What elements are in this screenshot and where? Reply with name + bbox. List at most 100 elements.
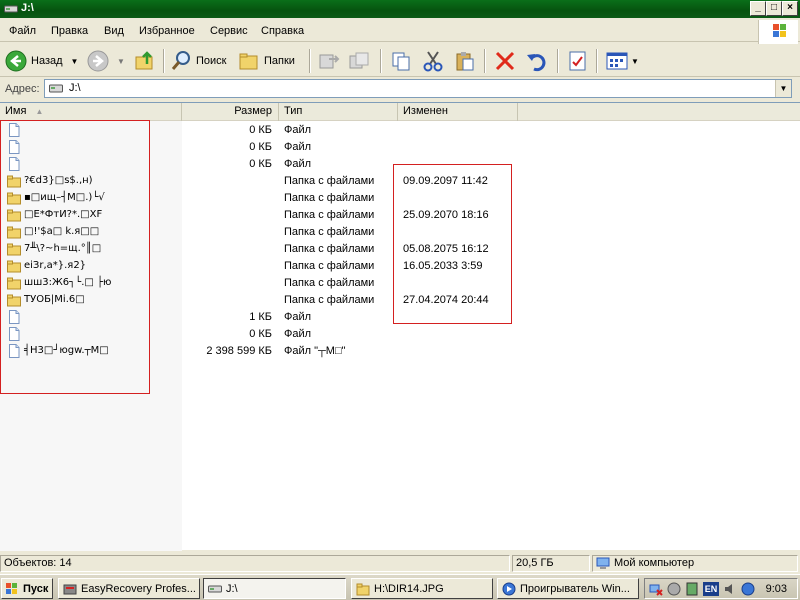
- column-name[interactable]: Имя ▲: [0, 103, 182, 121]
- windows-logo: [758, 20, 798, 44]
- copy-button[interactable]: [390, 48, 412, 74]
- file-type: Файл "┬М□": [284, 345, 346, 357]
- file-size: 0 КБ: [249, 141, 272, 153]
- forward-button[interactable]: ▼: [87, 48, 125, 74]
- language-indicator[interactable]: EN: [703, 582, 719, 596]
- taskbar: Пуск EasyRecovery Profes... J:\ H:\DIR14…: [0, 574, 800, 600]
- tray-monitor-icon[interactable]: [685, 582, 699, 596]
- folders-button[interactable]: Папки: [238, 48, 295, 74]
- system-tray: EN 9:03: [644, 578, 798, 599]
- menu-favorites[interactable]: Избранное: [139, 25, 195, 37]
- status-size: 20,5 ГБ: [512, 555, 590, 572]
- file-type: Файл: [284, 328, 312, 340]
- back-button[interactable]: Назад ▼: [5, 48, 78, 74]
- views-dropdown-icon[interactable]: ▼: [631, 57, 639, 66]
- back-dropdown-icon[interactable]: ▼: [71, 57, 79, 66]
- toolbar-separator: [163, 49, 165, 73]
- address-dropdown-icon[interactable]: ▼: [775, 80, 791, 97]
- copy-to-button[interactable]: [347, 48, 371, 74]
- delete-x-icon: [495, 51, 515, 71]
- tray-shield-icon[interactable]: [741, 582, 755, 596]
- tray-app-icon[interactable]: [667, 582, 681, 596]
- volume-icon[interactable]: [723, 582, 737, 596]
- file-type: Папка с файлами: [284, 243, 375, 255]
- file-list[interactable]: Имя ▲ Размер Тип Изменен 0 КБ Файл 0 КБ Фай…: [0, 102, 800, 551]
- maximize-button[interactable]: □: [766, 1, 782, 16]
- file-type: Папка с файлами: [284, 192, 375, 204]
- file-type: Папка с файлами: [284, 260, 375, 272]
- properties-icon: [569, 51, 586, 71]
- views-icon: [606, 52, 628, 70]
- file-type: Папка с файлами: [284, 209, 375, 221]
- back-label: Назад: [31, 55, 63, 67]
- minimize-button[interactable]: _: [750, 1, 766, 16]
- easyrecovery-icon: [63, 584, 77, 594]
- column-modified[interactable]: Изменен: [398, 103, 518, 121]
- close-button[interactable]: ×: [782, 1, 798, 16]
- status-objects: Объектов: 14: [0, 555, 510, 572]
- cut-button[interactable]: [422, 48, 444, 74]
- file-type: Папка с файлами: [284, 294, 375, 306]
- file-size: 0 КБ: [249, 158, 272, 170]
- toolbar-separator: [557, 49, 559, 73]
- search-button[interactable]: Поиск: [170, 48, 226, 74]
- menu-help[interactable]: Справка: [261, 25, 304, 37]
- file-size: 1 КБ: [249, 311, 272, 323]
- views-button[interactable]: ▼: [605, 48, 639, 74]
- status-location: Мой компьютер: [592, 555, 798, 572]
- folder-icon: [356, 583, 370, 595]
- forward-arrow-icon: [87, 50, 109, 72]
- my-computer-icon: [596, 557, 610, 569]
- up-folder-icon: [135, 51, 153, 70]
- task-easyrecovery[interactable]: EasyRecovery Profes...: [58, 578, 200, 599]
- file-type: Файл: [284, 124, 312, 136]
- paste-button[interactable]: [454, 48, 476, 74]
- clock: 9:03: [765, 583, 787, 595]
- column-size[interactable]: Размер: [182, 103, 279, 121]
- toolbar-separator: [309, 49, 311, 73]
- drive-icon: [49, 84, 63, 93]
- menu-tools[interactable]: Сервис: [210, 25, 248, 37]
- file-type: Файл: [284, 311, 312, 323]
- drive-icon: [208, 585, 222, 592]
- column-type[interactable]: Тип: [279, 103, 398, 121]
- file-type: Файл: [284, 141, 312, 153]
- address-value: J:\: [69, 82, 81, 94]
- move-to-button[interactable]: [317, 48, 341, 74]
- search-icon: [171, 51, 190, 70]
- network-icon[interactable]: [649, 582, 663, 596]
- move-to-icon: [319, 54, 340, 69]
- search-label: Поиск: [196, 55, 227, 67]
- window-title: J:\: [21, 2, 34, 14]
- task-image-viewer[interactable]: H:\DIR14.JPG: [351, 578, 493, 599]
- status-bar: Объектов: 14 20,5 ГБ Мой компьютер: [0, 553, 800, 573]
- back-arrow-icon: [5, 50, 27, 72]
- delete-button[interactable]: [494, 48, 516, 74]
- toolbar-separator: [380, 49, 382, 73]
- address-input[interactable]: J:\ ▼: [44, 79, 792, 98]
- address-label: Адрес:: [5, 83, 40, 95]
- scissors-icon: [423, 51, 443, 72]
- toolbar-separator: [596, 49, 598, 73]
- forward-dropdown-icon[interactable]: ▼: [117, 57, 125, 66]
- task-explorer-j[interactable]: J:\: [203, 578, 346, 599]
- menu-file[interactable]: Файл: [9, 25, 36, 37]
- start-button[interactable]: Пуск: [1, 578, 53, 599]
- title-bar[interactable]: J:\ _ □ ×: [0, 0, 800, 18]
- column-header: Имя ▲ Размер Тип Изменен: [0, 103, 800, 121]
- highlight-box-dates: [393, 164, 512, 324]
- copy-to-icon: [349, 52, 369, 69]
- paste-icon: [456, 52, 474, 71]
- menu-edit[interactable]: Правка: [51, 25, 88, 37]
- sort-asc-icon: ▲: [35, 107, 44, 116]
- undo-button[interactable]: [525, 48, 547, 74]
- properties-button[interactable]: [567, 48, 589, 74]
- task-media-player[interactable]: Проигрыватель Win...: [497, 578, 639, 599]
- folders-icon: [239, 53, 258, 70]
- up-folder-button[interactable]: [134, 48, 156, 74]
- toolbar-separator: [484, 49, 486, 73]
- folders-label: Папки: [264, 55, 295, 67]
- undo-icon: [527, 54, 546, 72]
- menu-view[interactable]: Вид: [104, 25, 124, 37]
- explorer-window: J:\ _ □ × Файл Правка Вид Избранное Серв…: [0, 0, 800, 574]
